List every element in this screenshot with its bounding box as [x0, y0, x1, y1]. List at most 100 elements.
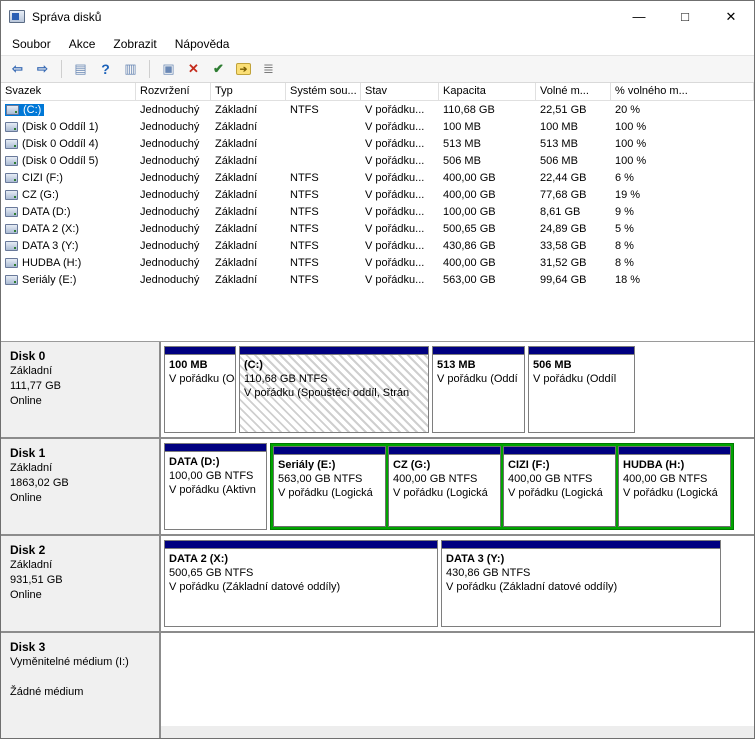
disk-1-partitions: DATA (D:) 100,00 GB NTFS V pořádku (Akti…	[161, 439, 754, 534]
table-row[interactable]: HUDBA (H:) Jednoduchý Základní NTFS V po…	[1, 254, 754, 271]
list-icon[interactable]: ≣	[257, 58, 280, 80]
partition-label: HUDBA (H:)	[623, 458, 726, 472]
partition-serialy-e[interactable]: Seriály (E:) 563,00 GB NTFS V pořádku (L…	[273, 446, 386, 527]
menu-akce[interactable]: Akce	[60, 34, 105, 54]
disk-type: Základní	[10, 558, 150, 573]
volume-name: DATA 2 (X:)	[22, 223, 79, 235]
partition-cz-g[interactable]: CZ (G:) 400,00 GB NTFS V pořádku (Logick…	[388, 446, 501, 527]
volume-status: V pořádku...	[361, 172, 439, 184]
menu-zobrazit[interactable]: Zobrazit	[104, 34, 165, 54]
help-icon[interactable]: ?	[94, 58, 117, 80]
partition-recovery-506mb[interactable]: 506 MB V pořádku (Oddíl	[528, 346, 635, 433]
show-console-tree-icon[interactable]: ▤	[69, 58, 92, 80]
disk-status: Online	[10, 394, 150, 409]
volume-name: CIZI (F:)	[22, 172, 63, 184]
disk-type: Základní	[10, 461, 150, 476]
minimize-button[interactable]: —	[616, 1, 662, 32]
volume-status: V pořádku...	[361, 257, 439, 269]
disk-3-partitions	[161, 633, 754, 726]
volume-type: Základní	[211, 138, 286, 150]
legend-strip	[1, 726, 754, 738]
volume-layout: Jednoduchý	[136, 206, 211, 218]
table-row[interactable]: (Disk 0 Oddíl 5) Jednoduchý Základní V p…	[1, 152, 754, 169]
partition-status: V pořádku (Oddí	[437, 372, 520, 386]
disk-0-info[interactable]: Disk 0 Základní 111,77 GB Online	[1, 342, 161, 437]
volume-status: V pořádku...	[361, 206, 439, 218]
table-row[interactable]: DATA 2 (X:) Jednoduchý Základní NTFS V p…	[1, 220, 754, 237]
partition-label: DATA 2 (X:)	[169, 552, 433, 566]
close-button[interactable]: ✕	[708, 1, 754, 32]
partition-system-100mb[interactable]: 100 MB V pořádku (Oddí	[164, 346, 236, 433]
table-row[interactable]: CZ (G:) Jednoduchý Základní NTFS V pořád…	[1, 186, 754, 203]
partition-label: 513 MB	[437, 358, 520, 372]
volume-type: Základní	[211, 206, 286, 218]
partition-cizi-f[interactable]: CIZI (F:) 400,00 GB NTFS V pořádku (Logi…	[503, 446, 616, 527]
volume-capacity: 506 MB	[439, 155, 536, 167]
volume-name: HUDBA (H:)	[22, 257, 81, 269]
column-header-system-souboru[interactable]: Systém sou...	[286, 83, 361, 100]
partition-label: 506 MB	[533, 358, 630, 372]
column-header-volne-misto[interactable]: Volné m...	[536, 83, 611, 100]
volume-filesystem: NTFS	[286, 104, 361, 116]
volume-layout: Jednoduchý	[136, 189, 211, 201]
partition-hudba-h[interactable]: HUDBA (H:) 400,00 GB NTFS V pořádku (Log…	[618, 446, 731, 527]
volume-type: Základní	[211, 189, 286, 201]
column-header-svazek[interactable]: Svazek	[1, 83, 136, 100]
table-row[interactable]: (Disk 0 Oddíl 4) Jednoduchý Základní V p…	[1, 135, 754, 152]
back-icon[interactable]: ⇦	[6, 58, 29, 80]
partition-c[interactable]: (C:) 110,68 GB NTFS V pořádku (Spouštěcí…	[239, 346, 429, 433]
table-row[interactable]: DATA 3 (Y:) Jednoduchý Základní NTFS V p…	[1, 237, 754, 254]
column-header-rozvrzeni[interactable]: Rozvržení	[136, 83, 211, 100]
partition-status: V pořádku (Oddíl	[533, 372, 630, 386]
volume-free-pct: 9 %	[611, 206, 754, 218]
disk-2-info[interactable]: Disk 2 Základní 931,51 GB Online	[1, 536, 161, 631]
partition-status: V pořádku (Logická	[278, 486, 381, 500]
table-row[interactable]: (Disk 0 Oddíl 1) Jednoduchý Základní V p…	[1, 118, 754, 135]
forward-icon[interactable]: ⇨	[31, 58, 54, 80]
volume-icon	[5, 258, 18, 268]
logical-drive-color-bar	[389, 447, 500, 455]
maximize-button[interactable]: □	[662, 1, 708, 32]
disk-1-info[interactable]: Disk 1 Základní 1863,02 GB Online	[1, 439, 161, 534]
legend-strip-right	[161, 726, 754, 738]
volume-name: (Disk 0 Oddíl 5)	[22, 155, 98, 167]
volume-filesystem: NTFS	[286, 257, 361, 269]
volume-status: V pořádku...	[361, 138, 439, 150]
disk-name: Disk 0	[10, 349, 150, 364]
properties-icon[interactable]: ▣	[157, 58, 180, 80]
column-header-kapacita[interactable]: Kapacita	[439, 83, 536, 100]
partition-size: 400,00 GB NTFS	[508, 472, 611, 486]
disk-row-0: Disk 0 Základní 111,77 GB Online 100 MB …	[1, 342, 754, 439]
menu-napoveda[interactable]: Nápověda	[166, 34, 239, 54]
volume-free-pct: 20 %	[611, 104, 754, 116]
explore-folder-icon[interactable]: ➔	[232, 58, 255, 80]
volume-layout: Jednoduchý	[136, 138, 211, 150]
volume-layout: Jednoduchý	[136, 257, 211, 269]
table-row[interactable]: DATA (D:) Jednoduchý Základní NTFS V poř…	[1, 203, 754, 220]
delete-volume-icon[interactable]: ✕	[182, 58, 205, 80]
table-row[interactable]: CIZI (F:) Jednoduchý Základní NTFS V poř…	[1, 169, 754, 186]
show-action-pane-icon[interactable]: ▥	[119, 58, 142, 80]
partition-recovery-513mb[interactable]: 513 MB V pořádku (Oddí	[432, 346, 525, 433]
partition-data-d[interactable]: DATA (D:) 100,00 GB NTFS V pořádku (Akti…	[164, 443, 267, 530]
column-header-procento-volneho[interactable]: % volného m...	[611, 83, 754, 100]
column-header-typ[interactable]: Typ	[211, 83, 286, 100]
mark-active-icon[interactable]: ✔	[207, 58, 230, 80]
folder-up-icon: ➔	[236, 63, 251, 75]
volume-free-pct: 8 %	[611, 257, 754, 269]
menu-soubor[interactable]: Soubor	[3, 34, 60, 54]
window-controls: — □ ✕	[616, 1, 754, 32]
partition-status: V pořádku (Logická	[623, 486, 726, 500]
table-row[interactable]: (C:) Jednoduchý Základní NTFS V pořádku.…	[1, 101, 754, 118]
table-row[interactable]: Seriály (E:) Jednoduchý Základní NTFS V …	[1, 271, 754, 288]
primary-partition-color-bar	[165, 347, 235, 355]
disk-3-info[interactable]: Disk 3 Vyměnitelné médium (I:) Žádné méd…	[1, 633, 161, 726]
partition-label: (C:)	[244, 358, 424, 372]
partition-data3-y[interactable]: DATA 3 (Y:) 430,86 GB NTFS V pořádku (Zá…	[441, 540, 721, 627]
column-header-stav[interactable]: Stav	[361, 83, 439, 100]
volume-free: 24,89 GB	[536, 223, 611, 235]
partition-data2-x[interactable]: DATA 2 (X:) 500,65 GB NTFS V pořádku (Zá…	[164, 540, 438, 627]
menubar: Soubor Akce Zobrazit Nápověda	[1, 32, 754, 55]
primary-partition-color-bar	[240, 347, 428, 355]
partition-label: 100 MB	[169, 358, 231, 372]
